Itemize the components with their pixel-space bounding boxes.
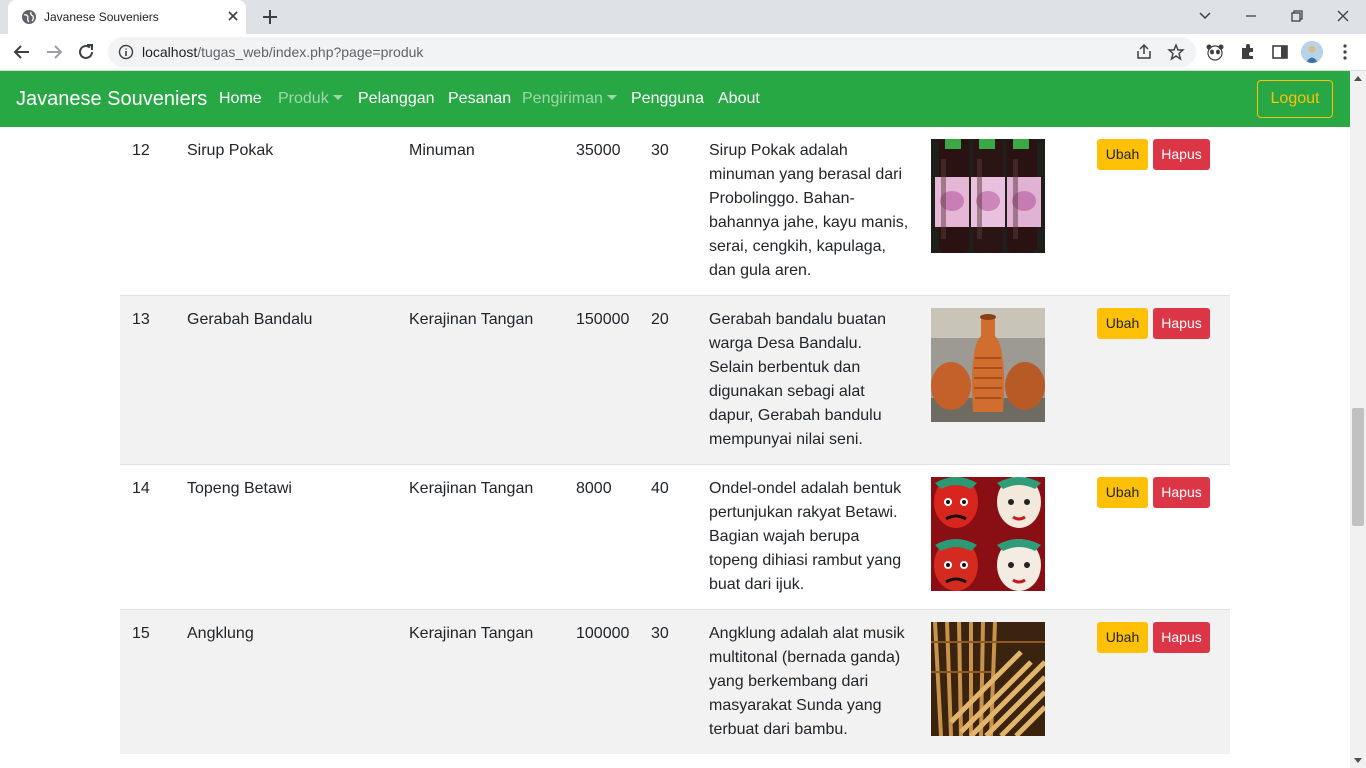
product-category: Kerajinan Tangan (409, 625, 534, 642)
browser-menu-icon[interactable] (1335, 42, 1355, 62)
product-stock: 30 (651, 142, 669, 159)
product-id: 13 (132, 311, 150, 328)
chevron-down-icon (606, 95, 617, 100)
profile-avatar[interactable] (1301, 41, 1323, 63)
page-viewport: Javanese Souveniers Home Produk Pelangga… (0, 71, 1350, 768)
avatar-figure-icon (1301, 41, 1323, 63)
extensions-puzzle-icon[interactable] (1238, 42, 1258, 62)
betawi-masks-image (931, 477, 1045, 591)
angklung-image (931, 622, 1045, 736)
scroll-down-icon[interactable] (1354, 758, 1362, 763)
back-icon[interactable] (11, 41, 33, 63)
product-stock: 40 (651, 480, 669, 497)
url-text: localhost/tugas_web/index.php?page=produ… (142, 44, 424, 60)
restore-icon[interactable] (1285, 5, 1309, 27)
product-description: Sirup Pokak adalah minuman yang berasal … (709, 142, 909, 279)
page-scrollbar[interactable] (1350, 71, 1366, 768)
nav-pesanan[interactable]: Pesanan (448, 90, 511, 108)
product-id: 15 (132, 625, 150, 642)
nav-produk-dropdown[interactable]: Produk (278, 90, 343, 108)
panda-extension-icon[interactable] (1205, 42, 1225, 62)
tab-search-chevron-icon[interactable] (1193, 5, 1217, 27)
product-id: 14 (132, 480, 150, 497)
delete-button[interactable]: Hapus (1153, 477, 1210, 508)
pottery-image (931, 308, 1045, 422)
nav-pengguna[interactable]: Pengguna (631, 90, 704, 108)
edit-button[interactable]: Ubah (1097, 139, 1148, 170)
close-tab-icon[interactable] (224, 7, 242, 25)
scrollbar-thumb[interactable] (1352, 408, 1364, 526)
product-price: 100000 (576, 625, 630, 642)
tab-title: Javanese Souveniers (44, 10, 159, 24)
product-name: Topeng Betawi (187, 480, 292, 497)
product-description: Angklung adalah alat musik multitonal (b… (709, 625, 905, 738)
share-icon[interactable] (1135, 43, 1153, 61)
product-price: 8000 (576, 480, 612, 497)
side-panel-icon[interactable] (1270, 42, 1290, 62)
product-name: Sirup Pokak (187, 142, 274, 159)
product-image (931, 477, 1045, 591)
delete-button[interactable]: Hapus (1153, 308, 1210, 339)
tab-strip: Javanese Souveniers (0, 0, 1366, 34)
product-id: 12 (132, 142, 150, 159)
table-row: 15 Angklung Kerajinan Tangan 100000 30 A… (120, 609, 1230, 754)
top-navbar: Javanese Souveniers Home Produk Pelangga… (0, 71, 1350, 127)
edit-button[interactable]: Ubah (1097, 477, 1148, 508)
table-row: 12 Sirup Pokak Minuman 35000 30 Sirup Po… (120, 127, 1230, 295)
navbar-brand[interactable]: Javanese Souveniers (16, 88, 207, 111)
nav-pengiriman-dropdown[interactable]: Pengiriman (522, 90, 617, 108)
reload-icon[interactable] (75, 41, 97, 63)
product-stock: 30 (651, 625, 669, 642)
product-name: Gerabah Bandalu (187, 311, 313, 328)
address-bar[interactable]: localhost/tugas_web/index.php?page=produ… (108, 37, 1196, 67)
site-info-icon[interactable] (118, 44, 134, 60)
syrup-bottles-image (931, 139, 1045, 253)
chevron-down-icon (332, 95, 343, 100)
product-price: 150000 (576, 311, 630, 328)
product-image (931, 139, 1045, 253)
table-row: 13 Gerabah Bandalu Kerajinan Tangan 1500… (120, 295, 1230, 464)
delete-button[interactable]: Hapus (1153, 139, 1210, 170)
table-row: 14 Topeng Betawi Kerajinan Tangan 8000 4… (120, 464, 1230, 609)
delete-button[interactable]: Hapus (1153, 622, 1210, 653)
new-tab-icon[interactable] (260, 7, 280, 27)
browser-toolbar: localhost/tugas_web/index.php?page=produ… (0, 34, 1366, 71)
product-description: Ondel-ondel adalah bentuk pertunjukan ra… (709, 480, 902, 593)
product-category: Kerajinan Tangan (409, 311, 534, 328)
scroll-up-icon[interactable] (1354, 76, 1362, 81)
product-category: Minuman (409, 142, 475, 159)
product-price: 35000 (576, 142, 621, 159)
browser-tab[interactable]: Javanese Souveniers (8, 0, 246, 34)
nav-home[interactable]: Home (219, 90, 262, 108)
product-image (931, 308, 1045, 422)
product-category: Kerajinan Tangan (409, 480, 534, 497)
edit-button[interactable]: Ubah (1097, 622, 1148, 653)
product-description: Gerabah bandalu buatan warga Desa Bandal… (709, 311, 887, 448)
minimize-icon[interactable] (1239, 5, 1263, 27)
globe-icon (22, 10, 36, 24)
product-stock: 20 (651, 311, 669, 328)
nav-pelanggan[interactable]: Pelanggan (358, 90, 435, 108)
forward-icon[interactable] (43, 41, 65, 63)
bookmark-star-icon[interactable] (1167, 43, 1185, 61)
product-name: Angklung (187, 625, 254, 642)
logout-button[interactable]: Logout (1257, 80, 1333, 118)
edit-button[interactable]: Ubah (1097, 308, 1148, 339)
nav-about[interactable]: About (718, 90, 760, 108)
close-window-icon[interactable] (1331, 5, 1355, 27)
product-image (931, 622, 1045, 736)
